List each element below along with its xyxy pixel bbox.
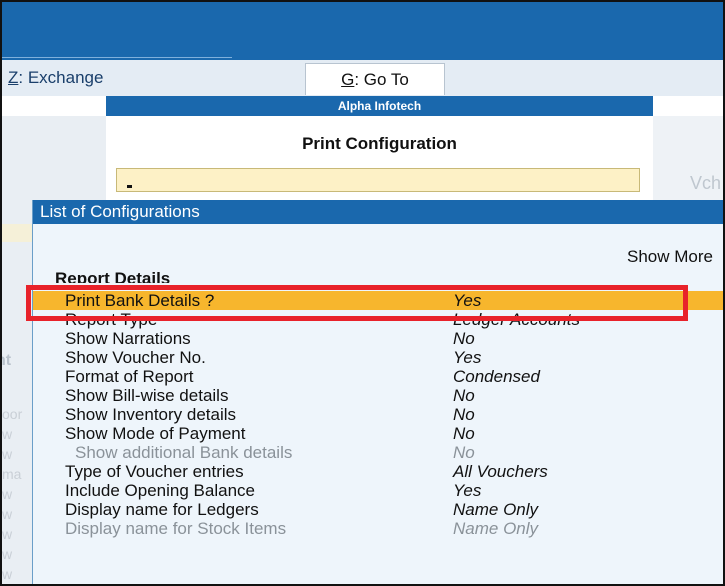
config-label: Display name for Stock Items bbox=[65, 519, 287, 538]
goto-shortcut-key: G bbox=[341, 70, 355, 89]
exchange-shortcut-key: Z bbox=[8, 68, 19, 87]
config-label: Show Narrations bbox=[65, 329, 191, 348]
background-ghost-text: w bbox=[2, 426, 13, 442]
background-vch-label: Vch bbox=[690, 173, 722, 193]
config-label: Print Bank Details ? bbox=[65, 291, 215, 310]
config-label: Format of Report bbox=[65, 367, 194, 386]
background-ghost-text: w bbox=[2, 486, 13, 502]
company-name-bar: Alpha Infotech bbox=[106, 96, 653, 116]
config-value: All Vouchers bbox=[453, 462, 548, 481]
print-configuration-input[interactable] bbox=[116, 168, 640, 192]
config-row-show-bill-wise-details[interactable]: Show Bill-wise details No bbox=[33, 386, 723, 405]
config-label: Show Bill-wise details bbox=[65, 386, 229, 405]
goto-label: : Go To bbox=[354, 70, 409, 89]
show-more-button[interactable]: Show More bbox=[627, 247, 713, 267]
top-title-bar bbox=[2, 2, 723, 60]
config-value: No bbox=[453, 329, 475, 348]
config-value: Yes bbox=[453, 348, 482, 367]
background-ghost-text: nt bbox=[2, 352, 12, 369]
config-value: Yes bbox=[453, 481, 482, 500]
config-row-show-voucher-no[interactable]: Show Voucher No. Yes bbox=[33, 348, 723, 367]
config-row-show-additional-bank-details: Show additional Bank details No bbox=[33, 443, 723, 462]
list-of-configurations-panel: List of Configurations Show More Report … bbox=[32, 200, 723, 584]
config-row-display-name-for-stock-items: Display name for Stock Items Name Only bbox=[33, 519, 723, 538]
list-title: List of Configurations bbox=[33, 200, 723, 224]
goto-button[interactable]: G: Go To bbox=[305, 63, 445, 95]
config-row-format-of-report[interactable]: Format of Report Condensed bbox=[33, 367, 723, 386]
config-value: Condensed bbox=[453, 367, 540, 386]
config-label: Include Opening Balance bbox=[65, 481, 255, 500]
exchange-label: : Exchange bbox=[18, 68, 104, 87]
print-configuration-panel: Print Configuration bbox=[106, 116, 653, 200]
print-configuration-title: Print Configuration bbox=[302, 134, 457, 153]
config-value: Yes bbox=[453, 291, 482, 310]
config-label: Show Voucher No. bbox=[65, 348, 206, 367]
config-label: Display name for Ledgers bbox=[65, 500, 259, 519]
config-value: No bbox=[453, 386, 475, 405]
background-ghost-text: oor bbox=[2, 406, 23, 422]
background-ghost-text: w bbox=[2, 446, 13, 462]
text-cursor bbox=[127, 185, 132, 188]
config-row-report-type[interactable]: Report Type Ledger Accounts bbox=[33, 310, 723, 329]
config-row-include-opening-balance[interactable]: Include Opening Balance Yes bbox=[33, 481, 723, 500]
config-value: No bbox=[453, 405, 475, 424]
app-window: Z: Exchange G: Go To Alpha Infotech nt o… bbox=[0, 0, 725, 586]
config-row-display-name-for-ledgers[interactable]: Display name for Ledgers Name Only bbox=[33, 500, 723, 519]
background-ghost-text: w bbox=[2, 506, 13, 522]
background-ghost-text: w bbox=[2, 546, 13, 562]
section-title-report-details: Report Details bbox=[55, 269, 171, 283]
config-row-show-narrations[interactable]: Show Narrations No bbox=[33, 329, 723, 348]
background-ghost-text: w bbox=[2, 566, 13, 582]
config-row-print-bank-details[interactable]: Print Bank Details ? Yes bbox=[33, 291, 723, 310]
config-label: Show Mode of Payment bbox=[65, 424, 246, 443]
config-label: Type of Voucher entries bbox=[65, 462, 244, 481]
config-label: Report Type bbox=[65, 310, 158, 329]
config-value: Name Only bbox=[453, 500, 539, 519]
config-label: Show additional Bank details bbox=[75, 443, 293, 462]
config-row-type-of-voucher-entries[interactable]: Type of Voucher entries All Vouchers bbox=[33, 462, 723, 481]
config-value: No bbox=[453, 443, 475, 462]
config-value: Ledger Accounts bbox=[453, 310, 580, 329]
exchange-menu-button[interactable]: Z: Exchange bbox=[8, 68, 103, 88]
background-ghost-text: w bbox=[2, 526, 13, 542]
config-row-show-inventory-details[interactable]: Show Inventory details No bbox=[33, 405, 723, 424]
background-ghost-text: ma bbox=[2, 466, 22, 482]
config-label: Show Inventory details bbox=[65, 405, 237, 424]
config-row-show-mode-of-payment[interactable]: Show Mode of Payment No bbox=[33, 424, 723, 443]
config-value: Name Only bbox=[453, 519, 539, 538]
config-value: No bbox=[453, 424, 475, 443]
title-bar-rule bbox=[2, 57, 232, 58]
